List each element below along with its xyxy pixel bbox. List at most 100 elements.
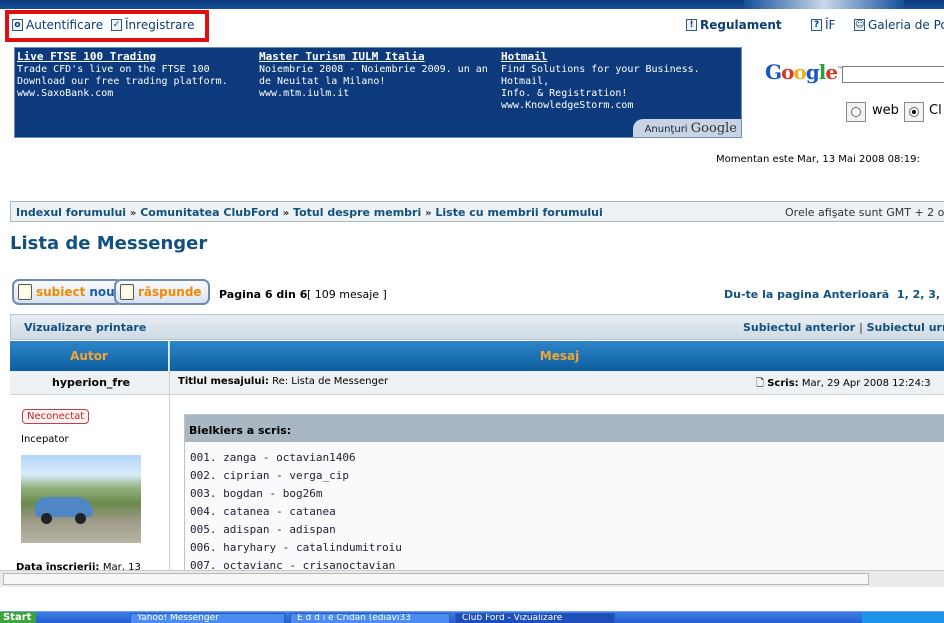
timezone-note: Orele afişate sunt GMT + 2 o [785, 206, 944, 219]
post-author[interactable]: hyperion_fre [52, 376, 130, 389]
breadcrumb-item[interactable]: Indexul forumului [16, 206, 126, 219]
user-icon: ☺ [854, 19, 865, 31]
breadcrumb-item[interactable]: Liste cu membrii forumului [435, 206, 602, 219]
message-count: [ 109 mesaje ] [307, 288, 387, 301]
quote-content: 001. zanga - octavian1406 002. ciprian -… [185, 442, 944, 575]
login-link[interactable]: o Autentificare [12, 18, 103, 32]
ads-brand: Google [690, 121, 737, 136]
prev-topic-link[interactable]: Subiectul anterior [743, 321, 855, 334]
list-item: 004. catanea - catanea [190, 505, 336, 518]
post-icon[interactable]: 🗋 [756, 378, 764, 389]
gallery-label: Galeria de Po [868, 18, 944, 32]
register-label: Înregistrare [125, 18, 195, 32]
prev-page-link[interactable]: Anterioară [823, 288, 889, 301]
breadcrumb-separator: » [282, 208, 290, 219]
top-links-bar: o Autentificare ✓ Înregistrare ! Regulam… [0, 9, 944, 43]
exclamation-icon: ! [686, 19, 697, 31]
breadcrumb: Indexul forumului » Comunitatea ClubFord… [16, 206, 603, 219]
ad-text: de Neuitat la Milano! [259, 76, 386, 87]
topic-toolbar: Vizualizare printare Subiectul anterior … [10, 314, 944, 340]
google-logo-letter: o [781, 60, 794, 84]
breadcrumb-item[interactable]: Totul despre membri [293, 206, 421, 219]
google-logo-letter: e [825, 60, 838, 84]
login-label: Autentificare [26, 18, 104, 32]
ad-item[interactable]: Live FTSE 100 Trading Trade CFD's live o… [17, 50, 253, 100]
list-item: 003. bogdan - bog26m [190, 487, 323, 500]
new-topic-button[interactable]: subiect nou [12, 279, 123, 305]
radio-web[interactable] [846, 102, 866, 122]
next-topic-link[interactable]: Subiectul următ [867, 321, 944, 334]
page-indicator: Pagina 6 din 6 [219, 288, 308, 301]
ad-text: Trade CFD's live on the FTSE 100 [17, 64, 210, 75]
breadcrumb-separator: » [129, 208, 137, 219]
system-tray[interactable] [862, 612, 944, 623]
ad-text: Info. & Registration! [501, 88, 628, 99]
taskbar: Start Yahoo! Messenger E d d i e Cridan … [0, 611, 944, 623]
quote-header: Bielkiers a scris: [185, 415, 944, 442]
list-item: 005. adispan - adispan [190, 523, 336, 536]
post-title-value: Re: Lista de Messenger [272, 376, 389, 387]
google-logo-letter: g [805, 60, 820, 84]
reply-label: răspunde [138, 285, 202, 299]
print-view-link[interactable]: Vizualizare printare [24, 321, 146, 334]
list-item: 001. zanga - octavian1406 [190, 451, 356, 464]
taskbar-item-clubford[interactable]: Club Ford - Vizualizare [455, 613, 615, 623]
status-badge: Neconectat [22, 409, 90, 424]
document-icon [120, 284, 134, 300]
column-divider [169, 341, 170, 571]
taskbar-item-yahoo[interactable]: Yahoo! Messenger [130, 613, 285, 623]
page-link[interactable]: 3 [928, 288, 936, 301]
ad-item[interactable]: Hotmail Find Solutions for your Business… [501, 50, 737, 112]
register-link[interactable]: ✓ Înregistrare [111, 18, 194, 32]
ad-url[interactable]: www.mtm.iulm.it [259, 88, 495, 100]
document-icon [18, 284, 32, 300]
page-link[interactable]: 1 [897, 288, 905, 301]
post-title: Titlul mesajului: Re: Lista de Messenger [178, 376, 388, 387]
google-logo: Google™ [765, 60, 844, 84]
new-topic-label: subiect [36, 285, 86, 299]
taskbar-item-chat[interactable]: E d d i e Cridan (ediavi33 [290, 613, 450, 623]
post-title-label: Titlul mesajului: [178, 376, 269, 387]
ad-title[interactable]: Hotmail [501, 50, 737, 64]
ad-item[interactable]: Master Turism IULM Italia Noiembrie 2008… [259, 50, 495, 100]
reply-button[interactable]: răspunde [114, 279, 210, 305]
post-date-label: Scris: [767, 378, 799, 389]
message-column-header: Mesaj [170, 341, 944, 371]
rules-label: Regulament [700, 18, 782, 32]
post-date: 🗋 Scris: Mar, 29 Apr 2008 12:24:3 [756, 376, 931, 393]
car-wheel [75, 513, 86, 524]
ads-by-google-label[interactable]: Anunţuri Google [632, 119, 741, 137]
avatar [21, 455, 141, 543]
radio-site[interactable] [904, 102, 924, 122]
question-icon: ? [811, 19, 822, 31]
ad-url[interactable]: www.SaxoBank.com [17, 88, 253, 100]
ad-text: Noiembrie 2008 - Noiembrie 2009. un an [259, 64, 488, 75]
gallery-link[interactable]: ☺ Galeria de Po [854, 18, 944, 32]
ad-text: Find Solutions for your Business. Hotmai… [501, 64, 700, 87]
breadcrumb-bar: Indexul forumului » Comunitatea ClubFord… [10, 201, 944, 222]
goto-label: Du-te la pagina [724, 288, 820, 301]
faq-label: ÎF [825, 18, 836, 32]
horizontal-scrollbar[interactable] [0, 570, 944, 587]
ad-url[interactable]: www.KnowledgeStorm.com [501, 100, 737, 112]
start-button[interactable]: Start [0, 612, 36, 623]
page-title[interactable]: Lista de Messenger [10, 233, 207, 254]
author-column-header: Autor [10, 341, 169, 371]
new-topic-label-2: nou [89, 285, 115, 299]
current-time: Momentan este Mar, 13 Mai 2008 08:19: [716, 154, 920, 165]
header-swoosh [744, 0, 904, 9]
ad-title[interactable]: Live FTSE 100 Trading [17, 50, 253, 64]
scrollbar-thumb[interactable] [3, 573, 869, 585]
google-search-input[interactable] [842, 66, 944, 83]
ads-label: Anunţuri [644, 124, 688, 135]
ad-text: Download our free trading platform. [17, 76, 228, 87]
window-top-band [0, 0, 944, 9]
checkbox-icon: ✓ [111, 19, 122, 31]
breadcrumb-item[interactable]: Comunitatea ClubFord [140, 206, 279, 219]
page-link[interactable]: 2 [913, 288, 921, 301]
radio-web-label: web [872, 103, 899, 118]
ad-title[interactable]: Master Turism IULM Italia [259, 50, 495, 64]
faq-link[interactable]: ? ÎF [811, 18, 835, 32]
topic-nav: Subiectul anterior | Subiectul următ [743, 321, 944, 334]
rules-link[interactable]: ! Regulament [686, 18, 782, 32]
